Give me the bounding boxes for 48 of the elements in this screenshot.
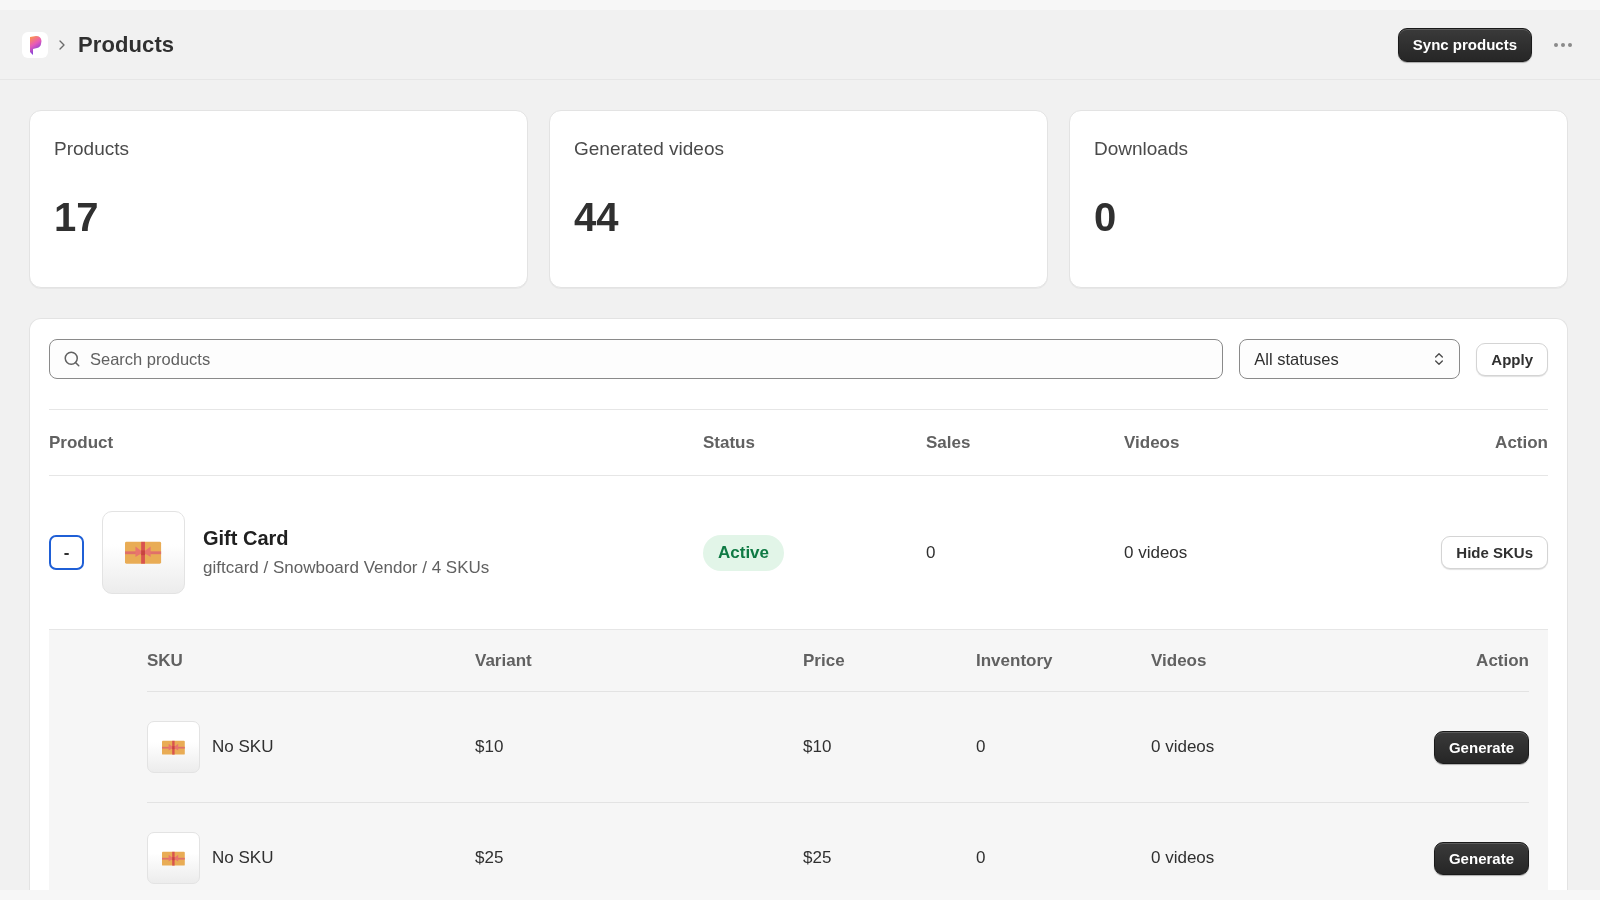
variant-cell-text: $25	[475, 848, 505, 868]
column-header: Action	[1495, 432, 1548, 453]
price-cell-text: $25	[803, 848, 833, 868]
videos-cell-text: 0 videos	[1124, 542, 1189, 563]
column-header: Product	[49, 432, 115, 453]
stat-value: 17	[54, 195, 100, 239]
sales-cell-text: 0	[926, 542, 937, 563]
more-icon	[1554, 42, 1572, 47]
search-icon	[63, 350, 81, 368]
stat-label: Generated videos	[574, 137, 725, 161]
app-logo-icon	[22, 31, 48, 58]
sync-products-button[interactable]: Sync products	[1397, 27, 1532, 62]
column-header: Action	[1476, 650, 1529, 671]
price-cell-text: $10	[803, 737, 833, 757]
generate-button[interactable]: Generate	[1433, 841, 1529, 875]
variant-cell-text: $10	[475, 737, 505, 757]
collapse-toggle[interactable]: -	[49, 535, 84, 570]
inventory-cell-text: 0	[976, 848, 987, 868]
column-header: Videos	[1151, 650, 1208, 671]
apply-button[interactable]: Apply	[1476, 342, 1548, 376]
stat-label: Downloads	[1094, 137, 1189, 161]
status-badge: Active	[703, 534, 785, 571]
hide-skus-button[interactable]: Hide SKUs	[1441, 536, 1548, 569]
column-header: Inventory	[976, 650, 1054, 671]
more-actions-button[interactable]	[1554, 42, 1572, 47]
sku-cell: No SKU	[212, 737, 274, 757]
sku-cell: No SKU	[212, 848, 274, 868]
search-field[interactable]: Search products	[49, 339, 1224, 379]
gift-card-icon	[161, 738, 186, 756]
product-name: Gift Card	[203, 527, 290, 550]
column-header: Status	[703, 432, 756, 453]
videos-cell-text: 0 videos	[1151, 848, 1216, 868]
column-header: Price	[803, 650, 846, 671]
stat-value: 0	[1094, 195, 1118, 239]
column-header: Sales	[926, 432, 972, 453]
product-details: giftcard / Snowboard Vendor / 4 SKUs	[203, 558, 490, 578]
inventory-cell-text: 0	[976, 737, 987, 757]
videos-cell-text: 0 videos	[1151, 737, 1216, 757]
gift-card-icon	[124, 539, 163, 566]
column-header: SKU	[147, 650, 184, 671]
column-header: Videos	[1124, 432, 1181, 453]
stat-value: 44	[574, 195, 620, 239]
page-title: Products	[78, 31, 175, 58]
generate-button[interactable]: Generate	[1433, 730, 1529, 764]
stat-label: Products	[54, 137, 130, 161]
column-header: Variant	[475, 650, 533, 671]
status-select[interactable]: All statuses	[1239, 339, 1461, 379]
gift-card-icon	[161, 849, 186, 867]
